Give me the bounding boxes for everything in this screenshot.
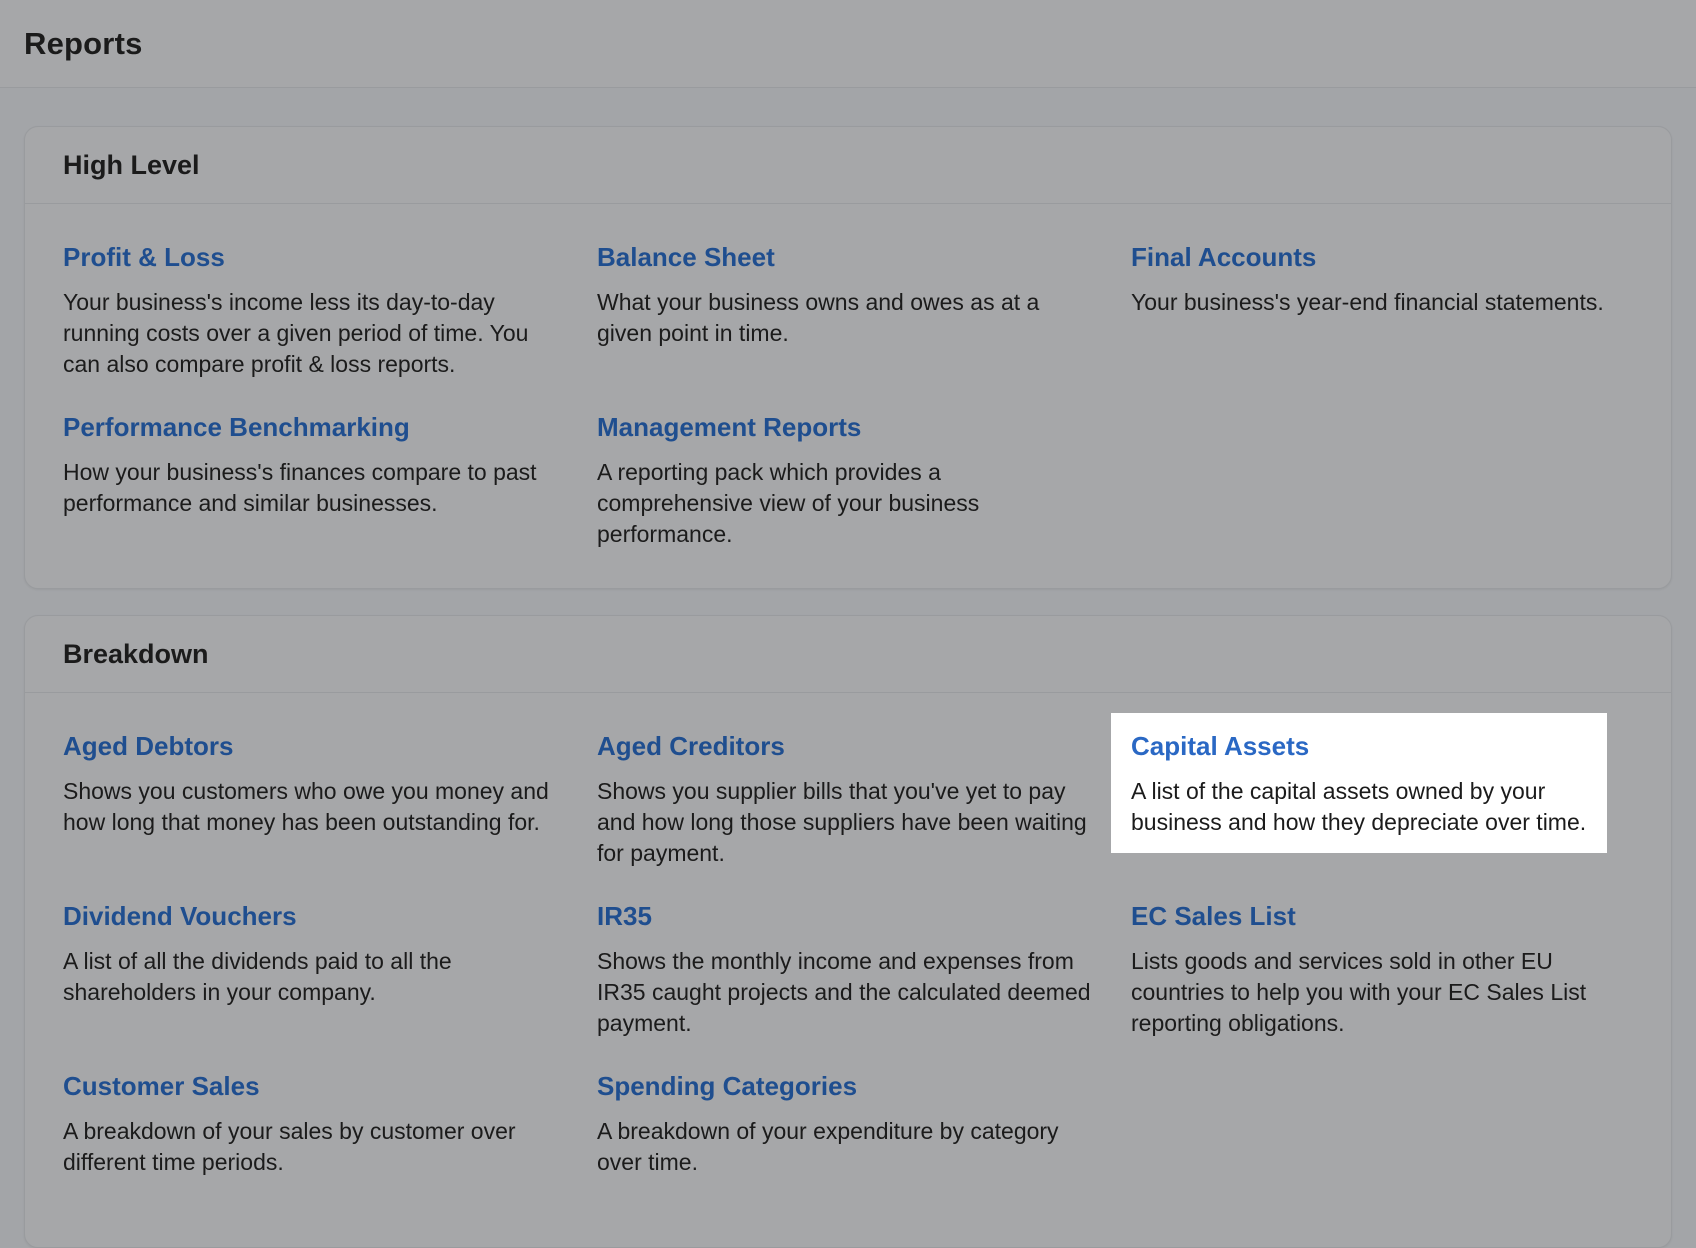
section-high-level: High Level Profit & Loss Your business's… (24, 126, 1672, 589)
report-description: A breakdown of your sales by customer ov… (63, 1118, 516, 1175)
report-grid: Profit & Loss Your business's income les… (25, 204, 1671, 588)
report-card-management-reports: Management Reports A reporting pack whic… (577, 394, 1111, 564)
report-link-dividend-vouchers[interactable]: Dividend Vouchers (63, 901, 297, 932)
report-card-aged-creditors: Aged Creditors Shows you supplier bills … (577, 713, 1111, 883)
report-card-ec-sales-list: EC Sales List Lists goods and services s… (1111, 883, 1645, 1053)
report-card-ir35: IR35 Shows the monthly income and expens… (577, 883, 1111, 1053)
report-link-customer-sales[interactable]: Customer Sales (63, 1071, 260, 1102)
report-grid: Aged Debtors Shows you customers who owe… (25, 693, 1671, 1247)
report-description: How your business's finances compare to … (63, 459, 537, 516)
page-header: Reports (0, 0, 1696, 88)
section-header: High Level (25, 127, 1671, 204)
section-header: Breakdown (25, 616, 1671, 693)
report-description: A breakdown of your expenditure by categ… (597, 1118, 1059, 1175)
report-description: Lists goods and services sold in other E… (1131, 948, 1587, 1036)
report-card-profit-loss: Profit & Loss Your business's income les… (43, 224, 577, 394)
report-link-balance-sheet[interactable]: Balance Sheet (597, 242, 775, 273)
report-link-capital-assets[interactable]: Capital Assets (1131, 731, 1309, 762)
report-card-performance-benchmarking: Performance Benchmarking How your busine… (43, 394, 577, 564)
report-description: Your business's year-end financial state… (1131, 289, 1604, 315)
report-link-spending-categories[interactable]: Spending Categories (597, 1071, 857, 1102)
report-card-customer-sales: Customer Sales A breakdown of your sales… (43, 1053, 577, 1223)
report-description: Shows you customers who owe you money an… (63, 778, 549, 835)
report-link-aged-creditors[interactable]: Aged Creditors (597, 731, 785, 762)
report-description: Your business's income less its day-to-d… (63, 289, 529, 377)
report-card-balance-sheet: Balance Sheet What your business owns an… (577, 224, 1111, 394)
report-description: Shows you supplier bills that you've yet… (597, 778, 1087, 866)
section-title: High Level (63, 149, 200, 180)
report-card-spending-categories: Spending Categories A breakdown of your … (577, 1053, 1111, 1223)
section-breakdown: Breakdown Aged Debtors Shows you custome… (24, 615, 1672, 1248)
report-description: Shows the monthly income and expenses fr… (597, 948, 1091, 1036)
report-description: What your business owns and owes as at a… (597, 289, 1040, 346)
report-description: A list of all the dividends paid to all … (63, 948, 452, 1005)
report-card-aged-debtors: Aged Debtors Shows you customers who owe… (43, 713, 577, 883)
report-link-ir35[interactable]: IR35 (597, 901, 652, 932)
report-link-final-accounts[interactable]: Final Accounts (1131, 242, 1316, 273)
report-link-ec-sales-list[interactable]: EC Sales List (1131, 901, 1296, 932)
report-link-performance-benchmarking[interactable]: Performance Benchmarking (63, 412, 410, 443)
report-description: A reporting pack which provides a compre… (597, 459, 980, 547)
report-link-aged-debtors[interactable]: Aged Debtors (63, 731, 233, 762)
section-title: Breakdown (63, 638, 209, 669)
page-title: Reports (24, 25, 143, 61)
report-description: A list of the capital assets owned by yo… (1131, 778, 1587, 835)
report-card-final-accounts: Final Accounts Your business's year-end … (1111, 224, 1645, 394)
report-card-capital-assets: Capital Assets A list of the capital ass… (1111, 713, 1607, 853)
report-link-management-reports[interactable]: Management Reports (597, 412, 861, 443)
reports-content: High Level Profit & Loss Your business's… (0, 88, 1696, 1248)
report-link-profit-loss[interactable]: Profit & Loss (63, 242, 225, 273)
report-card-dividend-vouchers: Dividend Vouchers A list of all the divi… (43, 883, 577, 1053)
